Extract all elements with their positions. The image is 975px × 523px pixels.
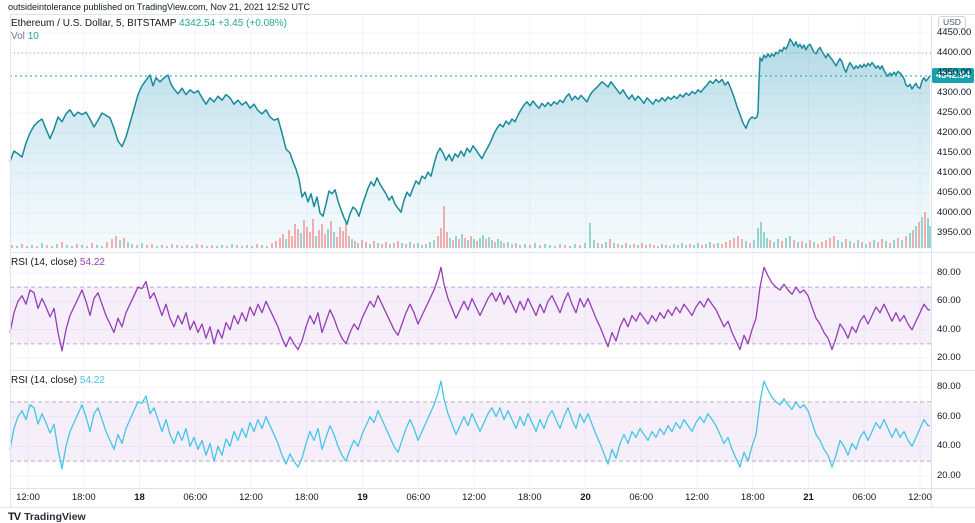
rsi-legend-2[interactable]: RSI (14, close) 54.22	[11, 375, 105, 386]
time-scale-label: 06:00	[406, 492, 431, 503]
tradingview-brand-text[interactable]: TradingView	[24, 511, 86, 523]
time-scale-label: 19	[357, 492, 368, 503]
price-scale-label: 4300.00	[937, 87, 972, 98]
symbol-title[interactable]: Ethereum / U.S. Dollar, 5, BITSTAMP	[11, 18, 176, 29]
time-scale-label: 06:00	[629, 492, 654, 503]
volume-legend[interactable]: Vol 10	[11, 31, 39, 42]
rsi-label[interactable]: RSI (14, close)	[11, 257, 77, 268]
time-scale-label: 12:00	[16, 492, 40, 503]
rsi-scale-label: 40.00	[937, 440, 961, 452]
rsi-scale-label: 80.00	[937, 381, 961, 392]
time-scale-label: 18	[134, 492, 145, 503]
price-scale-label: 4200.00	[937, 127, 972, 138]
tradingview-published-chart: outsideintolerance published on TradingV…	[0, 0, 975, 523]
pane-separator[interactable]	[10, 370, 975, 371]
tradingview-logo-icon[interactable]: TV	[8, 511, 21, 523]
price-scale-label: 4000.00	[937, 207, 972, 218]
price-scale-label: 4150.00	[937, 147, 972, 158]
price-pane[interactable]	[0, 14, 931, 252]
symbol-legend[interactable]: Ethereum / U.S. Dollar, 5, BITSTAMP 4342…	[11, 18, 287, 29]
time-scale-label: 12:00	[685, 492, 709, 503]
pane-separator[interactable]	[10, 252, 975, 253]
time-scale-label: 12:00	[462, 492, 486, 503]
price-scale-label: 3950.00	[937, 227, 972, 238]
price-scale-label: 4100.00	[937, 167, 972, 178]
price-scale-label: 4250.00	[937, 107, 972, 118]
rsi-scale-label: 20.00	[937, 352, 961, 363]
rsi-legend-1[interactable]: RSI (14, close) 54.22	[11, 257, 105, 268]
time-scale[interactable]: 12:00 18:00 18 06:00 12:00 18:00 19 06:00 12:00 1…	[0, 488, 975, 507]
price-change-pct: (+0.08%)	[246, 18, 287, 29]
time-scale-label: 06:00	[183, 492, 208, 503]
time-scale-label: 18:00	[294, 492, 319, 503]
time-scale-label: 20	[580, 492, 591, 503]
rsi-scale-label: 80.00	[937, 267, 961, 278]
last-price: 4342.54	[179, 18, 216, 29]
time-scale-label: 21	[803, 492, 814, 503]
footer: TV TradingView	[8, 510, 86, 523]
price-scale-label: 4400.00	[937, 47, 972, 58]
footer-border	[0, 507, 975, 508]
rsi-value: 54.22	[79, 257, 105, 268]
price-change: +3.45	[217, 18, 244, 29]
rsi-scale-label: 60.00	[937, 295, 961, 307]
rsi-scale-label: 40.00	[937, 323, 961, 335]
time-scale-label: 18:00	[517, 492, 542, 503]
price-scale-label: 4050.00	[937, 187, 972, 198]
time-scale-label: 06:00	[852, 492, 877, 503]
rsi-scale-label: 60.00	[937, 410, 961, 422]
rsi-pane-2[interactable]	[0, 370, 931, 488]
rsi-pane-1[interactable]	[0, 252, 931, 370]
rsi-label[interactable]: RSI (14, close)	[11, 375, 77, 386]
rsi-value: 54.22	[79, 375, 105, 386]
volume-label: Vol	[11, 31, 25, 42]
time-scale-label: 18:00	[740, 492, 765, 503]
time-scale-label: 12:00	[239, 492, 263, 503]
rsi-scale-label: 20.00	[937, 470, 961, 481]
attribution-text: outsideintolerance published on TradingV…	[8, 2, 311, 12]
price-scale-label: 4450.00	[937, 27, 972, 38]
time-scale-label: 18:00	[71, 492, 96, 503]
volume-value: 10	[27, 31, 39, 42]
price-scale[interactable]: USD 4342.54 4450.00 4400.00 4350.00 4300.00…	[931, 14, 975, 507]
time-scale-label: 12:00	[908, 492, 932, 503]
widget-top-border	[10, 14, 975, 15]
price-scale-label: 4350.00	[937, 67, 972, 78]
